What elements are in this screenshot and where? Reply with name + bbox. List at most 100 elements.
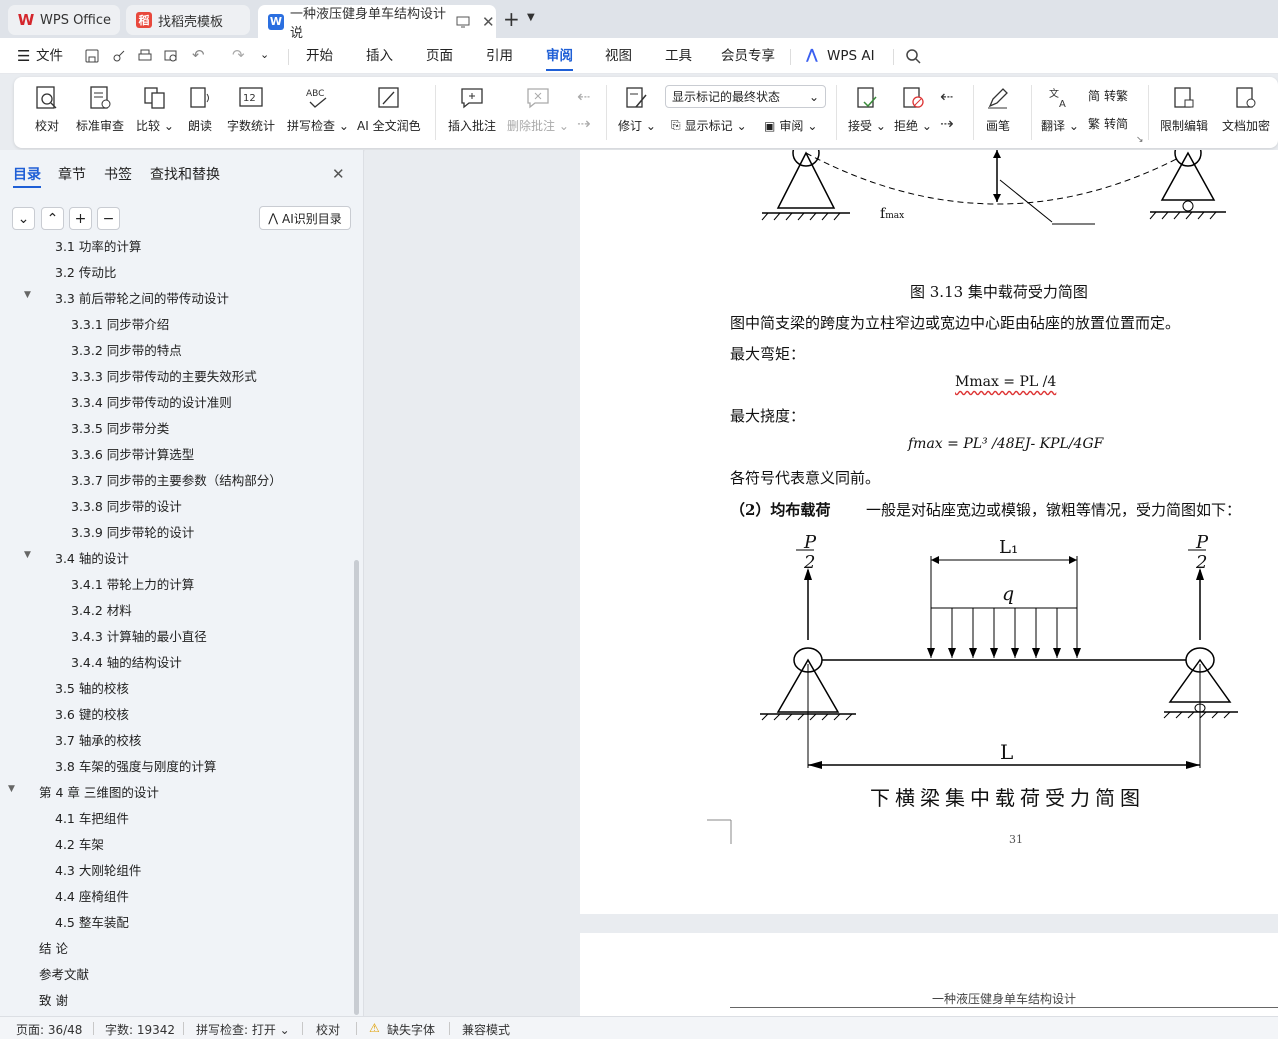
toc-item[interactable]: 3.3.2 同步带的特点 bbox=[71, 340, 182, 359]
toc-item[interactable]: 参考文献 bbox=[39, 964, 89, 983]
show-markup-button[interactable]: ⎘ 显示标记 ⌄ bbox=[671, 117, 747, 134]
ai-toc-button[interactable]: ⋀ AI识别目录 bbox=[259, 206, 351, 230]
reject-button[interactable]: 拒绝 ⌄ bbox=[894, 85, 932, 134]
standard-review-button[interactable]: 标准审查 bbox=[76, 85, 124, 134]
toc-item[interactable]: 3.3.6 同步带计算选型 bbox=[71, 444, 194, 463]
proof-status[interactable]: 校对 bbox=[316, 1021, 340, 1038]
toc-item[interactable]: 3.4 轴的设计 bbox=[55, 548, 129, 567]
search-icon[interactable] bbox=[905, 48, 922, 65]
read-aloud-button[interactable]: 朗读 bbox=[187, 85, 213, 134]
word-count-button[interactable]: 12 字数统计 bbox=[227, 85, 275, 134]
close-pane-icon[interactable]: ✕ bbox=[332, 165, 345, 183]
menu-view[interactable]: 视图 bbox=[605, 38, 632, 74]
toc-item[interactable]: 3.3 前后带轮之间的带传动设计 bbox=[55, 288, 229, 307]
toc-item[interactable]: 3.4.4 轴的结构设计 bbox=[71, 652, 182, 671]
pen-button[interactable]: 画笔 bbox=[985, 85, 1011, 134]
review-pane-button[interactable]: ▣ 审阅 ⌄ bbox=[764, 117, 817, 134]
compare-button[interactable]: 比较 ⌄ bbox=[136, 85, 174, 134]
save-icon[interactable] bbox=[84, 48, 100, 64]
menu-member[interactable]: 会员专享 bbox=[721, 38, 775, 74]
add-heading-button[interactable]: + bbox=[69, 207, 92, 230]
menu-file[interactable]: 文件 bbox=[36, 38, 63, 74]
menu-review[interactable]: 审阅 bbox=[546, 38, 573, 74]
prev-comment-icon[interactable]: ⇠ bbox=[577, 87, 590, 106]
prev-change-icon[interactable]: ⇠ bbox=[940, 87, 953, 106]
proofread-button[interactable]: 校对 bbox=[34, 85, 60, 134]
menu-insert[interactable]: 插入 bbox=[366, 38, 393, 74]
toc-item[interactable]: 4.1 车把组件 bbox=[55, 808, 129, 827]
export-icon[interactable] bbox=[111, 48, 127, 64]
toc-item[interactable]: 3.7 轴承的校核 bbox=[55, 730, 141, 749]
toc-item[interactable]: 3.4.1 带轮上力的计算 bbox=[71, 574, 194, 593]
more-chevron-icon[interactable]: ⌄ bbox=[260, 48, 269, 61]
chevron-down-icon[interactable]: ▼ bbox=[527, 12, 535, 23]
tab-toc[interactable]: 目录 bbox=[13, 164, 41, 184]
page-indicator[interactable]: 页面: 36/48 bbox=[16, 1021, 82, 1038]
revise-button[interactable]: 修订 ⌄ bbox=[618, 85, 656, 134]
expand-corner-icon[interactable]: ↘ bbox=[1136, 135, 1144, 145]
collapse-all-button[interactable]: ⌄ bbox=[12, 207, 35, 230]
toc-item[interactable]: 第 4 章 三维图的设计 bbox=[39, 782, 159, 801]
toc-item[interactable]: 3.8 车架的强度与刚度的计算 bbox=[55, 756, 216, 775]
menu-page[interactable]: 页面 bbox=[426, 38, 453, 74]
print-preview-icon[interactable] bbox=[163, 48, 179, 64]
insert-comment-button[interactable]: 插入批注 bbox=[448, 85, 496, 134]
sidebar-scrollbar[interactable] bbox=[354, 560, 359, 1015]
toc-item[interactable]: 致 谢 bbox=[39, 990, 68, 1009]
tab-template[interactable]: 稻 找稻壳模板 bbox=[126, 5, 250, 35]
toc-item[interactable]: 3.3.5 同步带分类 bbox=[71, 418, 169, 437]
markup-mode-select[interactable]: 显示标记的最终状态 ⌄ bbox=[665, 85, 826, 108]
delete-comment-button[interactable]: 删除批注 ⌄ bbox=[507, 85, 569, 134]
toc-expand-icon[interactable]: ▼ bbox=[8, 784, 15, 794]
expand-level-button[interactable]: ⌃ bbox=[41, 207, 64, 230]
to-traditional-button[interactable]: 简转繁 bbox=[1088, 87, 1128, 104]
toc-item[interactable]: 3.6 键的校核 bbox=[55, 704, 129, 723]
translate-button[interactable]: 文A 翻译 ⌄ bbox=[1041, 85, 1079, 134]
toc-item[interactable]: 3.3.8 同步带的设计 bbox=[71, 496, 182, 515]
toc-item[interactable]: 3.4.2 材料 bbox=[71, 600, 132, 619]
toc-item[interactable]: 4.5 整车装配 bbox=[55, 912, 129, 931]
new-tab-icon[interactable]: + bbox=[503, 7, 520, 31]
tab-find-replace[interactable]: 查找和替换 bbox=[150, 164, 220, 184]
restrict-edit-button[interactable]: 限制编辑 bbox=[1160, 85, 1208, 134]
menu-tools[interactable]: 工具 bbox=[665, 38, 692, 74]
toc-item[interactable]: 4.3 大刚轮组件 bbox=[55, 860, 141, 879]
toc-item[interactable]: 3.5 轴的校核 bbox=[55, 678, 129, 697]
remove-heading-button[interactable]: − bbox=[97, 207, 120, 230]
accept-button[interactable]: 接受 ⌄ bbox=[848, 85, 886, 134]
word-count[interactable]: 字数: 19342 bbox=[105, 1021, 175, 1038]
toc-item[interactable]: 4.2 车架 bbox=[55, 834, 104, 853]
ai-polish-button[interactable]: AI 全文润色 bbox=[357, 85, 421, 134]
toc-item[interactable]: 3.3.3 同步带传动的主要失效形式 bbox=[71, 366, 257, 385]
menu-start[interactable]: 开始 bbox=[306, 38, 333, 74]
toc-item[interactable]: 3.3.1 同步带介绍 bbox=[71, 314, 169, 333]
toc-item[interactable]: 3.3.7 同步带的主要参数（结构部分） bbox=[71, 470, 282, 489]
redo-icon[interactable]: ↷ bbox=[232, 46, 245, 64]
tab-bookmark[interactable]: 书签 bbox=[104, 164, 132, 184]
undo-icon[interactable]: ↶ bbox=[192, 46, 205, 64]
missing-font-status[interactable]: 缺失字体 bbox=[387, 1021, 435, 1038]
toc-item[interactable]: 3.4.3 计算轴的最小直径 bbox=[71, 626, 207, 645]
close-tab-icon[interactable]: ✕ bbox=[482, 13, 495, 31]
next-change-icon[interactable]: ⇢ bbox=[940, 114, 953, 133]
spell-check-status[interactable]: 拼写检查: 打开 ⌄ bbox=[196, 1021, 290, 1038]
toc-item[interactable]: 3.2 传动比 bbox=[55, 262, 116, 281]
print-icon[interactable] bbox=[137, 48, 153, 64]
toc-item[interactable]: 3.3.9 同步带轮的设计 bbox=[71, 522, 194, 541]
tab-wps-office[interactable]: W WPS Office bbox=[8, 5, 120, 35]
menu-reference[interactable]: 引用 bbox=[486, 38, 513, 74]
encrypt-button[interactable]: 文档加密 bbox=[1222, 85, 1270, 134]
menu-wps-ai[interactable]: WPS AI bbox=[827, 38, 875, 74]
next-comment-icon[interactable]: ⇢ bbox=[577, 114, 590, 133]
tab-document[interactable]: W 一种液压健身单车结构设计 说 ✕ bbox=[258, 5, 496, 41]
to-simplified-button[interactable]: 繁转简 bbox=[1088, 115, 1128, 132]
toc-item[interactable]: 3.3.4 同步带传动的设计准则 bbox=[71, 392, 232, 411]
hamburger-icon[interactable]: ☰ bbox=[17, 47, 30, 65]
toc-item[interactable]: 3.1 功率的计算 bbox=[55, 238, 141, 255]
compat-mode-status[interactable]: 兼容模式 bbox=[462, 1021, 510, 1038]
toc-expand-icon[interactable]: ▼ bbox=[24, 290, 31, 300]
toc-item[interactable]: 4.4 座椅组件 bbox=[55, 886, 129, 905]
spell-check-button[interactable]: ABC 拼写检查 ⌄ bbox=[287, 85, 349, 134]
toc-item[interactable]: 结 论 bbox=[39, 938, 68, 957]
tab-chapter[interactable]: 章节 bbox=[58, 164, 86, 184]
